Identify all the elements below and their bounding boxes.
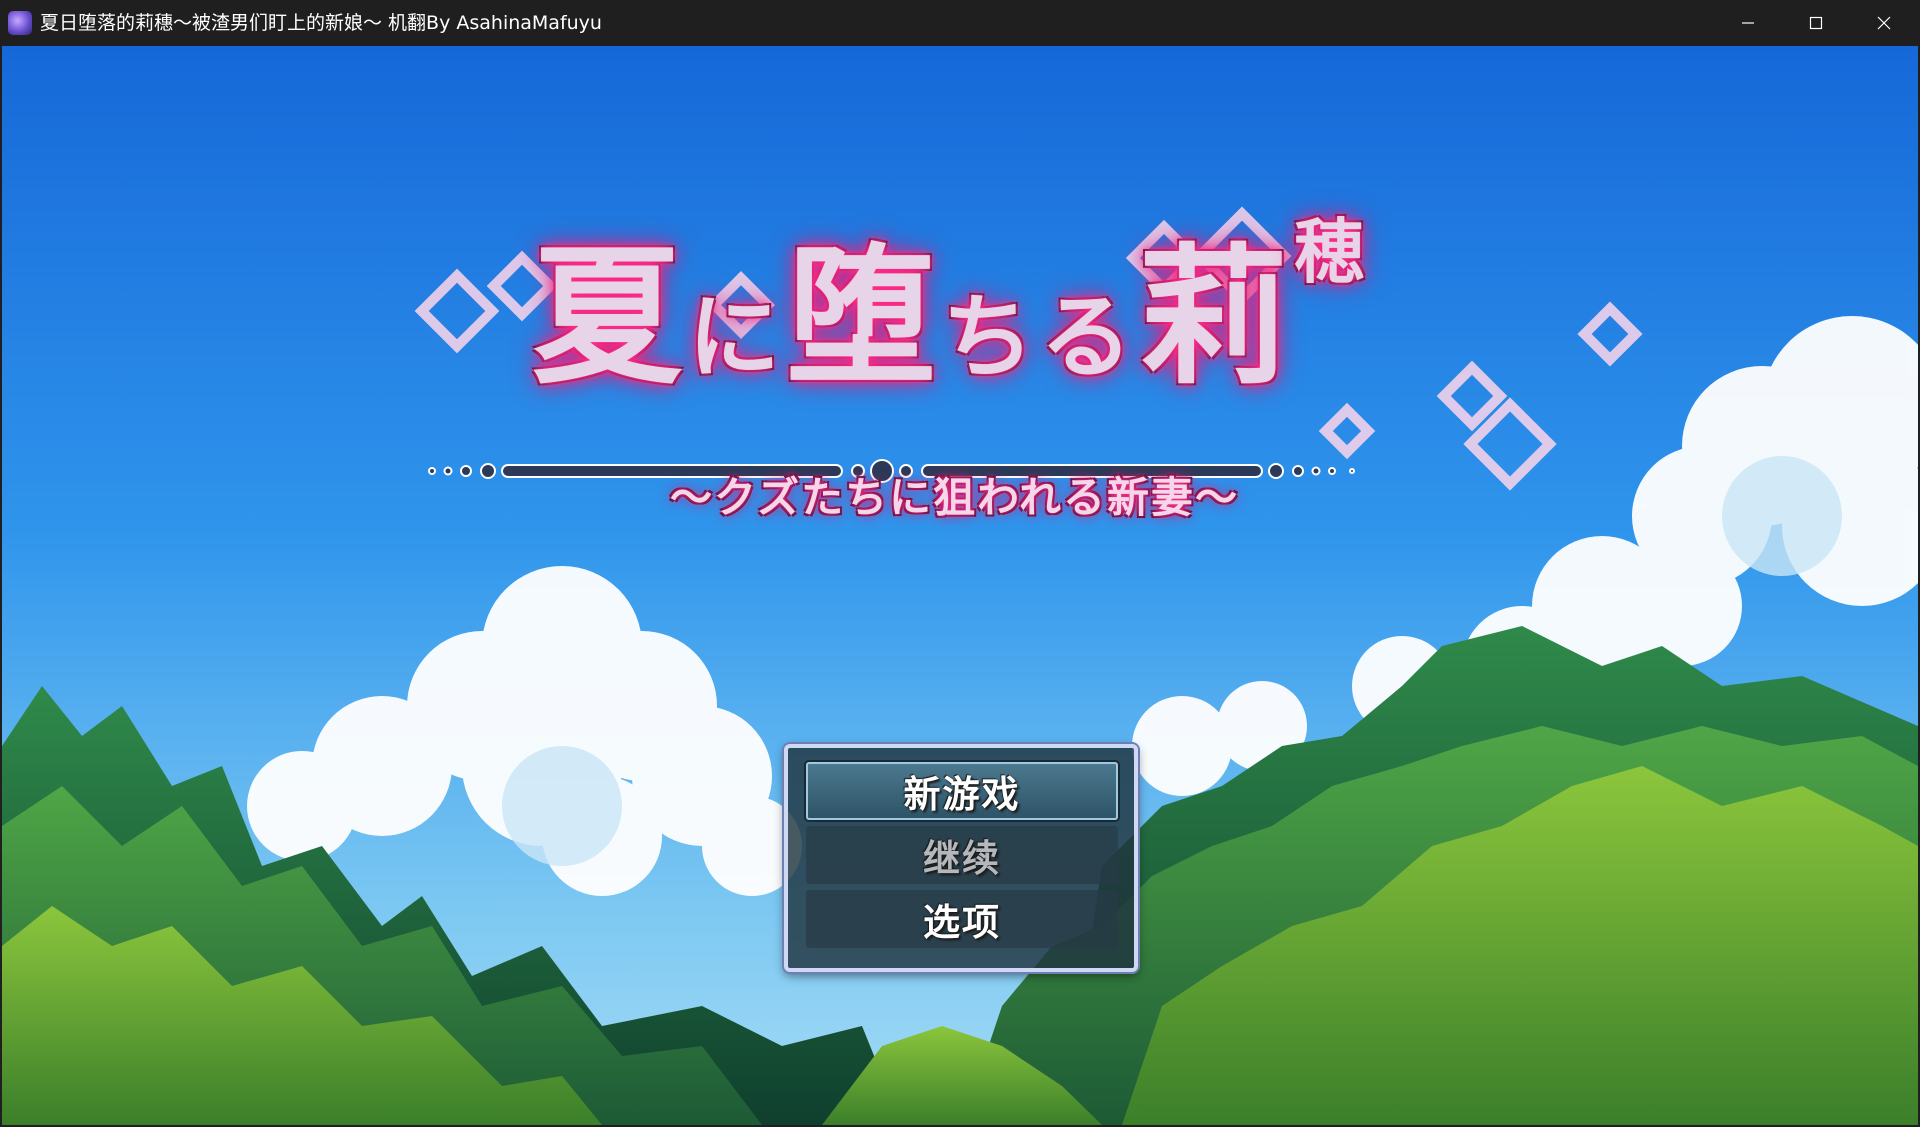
options-button[interactable]: 选项 (806, 890, 1118, 948)
logo-title: 夏に堕ちる莉穂 (532, 196, 1370, 413)
logo-char: に (688, 283, 787, 391)
maximize-button[interactable] (1782, 0, 1850, 46)
minimize-icon (1741, 16, 1755, 30)
game-window: 夏日堕落的莉穗～被渣男们盯上的新娘～ 机翻By AsahinaMafuyu 夏に… (0, 0, 1920, 1127)
logo-subtitle: ～クズたちに狙われる新妻～ (670, 473, 1240, 522)
maximize-icon (1809, 16, 1823, 30)
logo-char: る (1040, 283, 1139, 391)
title-bar[interactable]: 夏日堕落的莉穗～被渣男们盯上的新娘～ 机翻By AsahinaMafuyu (0, 0, 1920, 46)
close-button[interactable] (1850, 0, 1918, 46)
title-screen[interactable]: 夏に堕ちる莉穂 ～クズたちに狙われる新妻～ 新游戏 继续 选项 (2, 46, 1918, 1125)
logo-char: 堕 (786, 229, 943, 405)
window-title: 夏日堕落的莉穗～被渣男们盯上的新娘～ 机翻By AsahinaMafuyu (40, 12, 602, 34)
logo-char: 夏 (532, 229, 689, 405)
close-icon (1877, 16, 1891, 30)
logo-char: 莉 (1138, 229, 1295, 405)
logo-char: ち (942, 283, 1041, 391)
logo-char: 穂 (1294, 210, 1371, 293)
title-menu: 新游戏 继续 选项 (784, 744, 1138, 972)
new-game-button[interactable]: 新游戏 (806, 762, 1118, 820)
continue-button[interactable]: 继续 (806, 826, 1118, 884)
minimize-button[interactable] (1714, 0, 1782, 46)
app-icon (8, 11, 32, 35)
game-logo: 夏に堕ちる莉穂 ～クズたちに狙われる新妻～ (402, 196, 1582, 576)
